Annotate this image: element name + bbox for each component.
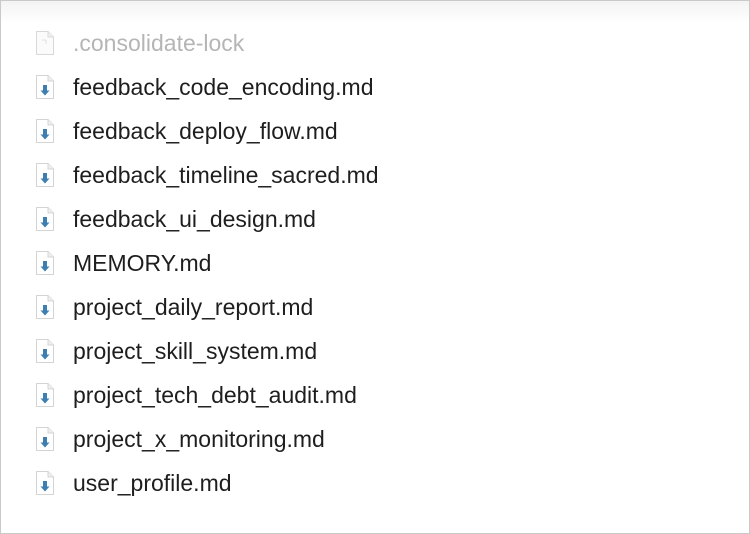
file-list: .consolidate-lock feedback_code_encoding… bbox=[1, 21, 749, 505]
top-shade bbox=[1, 1, 749, 23]
markdown-download-icon bbox=[35, 294, 55, 320]
file-row[interactable]: project_daily_report.md bbox=[1, 285, 749, 329]
markdown-download-icon bbox=[35, 74, 55, 100]
file-name: project_skill_system.md bbox=[73, 338, 318, 364]
markdown-download-icon bbox=[35, 206, 55, 232]
file-row[interactable]: user_profile.md bbox=[1, 461, 749, 505]
file-row[interactable]: feedback_deploy_flow.md bbox=[1, 109, 749, 153]
file-name: MEMORY.md bbox=[73, 250, 212, 276]
file-name: feedback_ui_design.md bbox=[73, 206, 316, 232]
file-list-window: .consolidate-lock feedback_code_encoding… bbox=[0, 0, 750, 534]
markdown-download-icon bbox=[35, 338, 55, 364]
file-row[interactable]: project_skill_system.md bbox=[1, 329, 749, 373]
file-name: .consolidate-lock bbox=[73, 30, 245, 56]
file-name: project_daily_report.md bbox=[73, 294, 314, 320]
file-row[interactable]: feedback_code_encoding.md bbox=[1, 65, 749, 109]
generic-document-icon bbox=[35, 30, 55, 56]
file-row[interactable]: project_x_monitoring.md bbox=[1, 417, 749, 461]
markdown-download-icon bbox=[35, 250, 55, 276]
markdown-download-icon bbox=[35, 470, 55, 496]
file-row[interactable]: .consolidate-lock bbox=[1, 21, 749, 65]
file-row[interactable]: MEMORY.md bbox=[1, 241, 749, 285]
file-row[interactable]: project_tech_debt_audit.md bbox=[1, 373, 749, 417]
file-name: project_x_monitoring.md bbox=[73, 426, 325, 452]
markdown-download-icon bbox=[35, 426, 55, 452]
file-name: project_tech_debt_audit.md bbox=[73, 382, 357, 408]
file-row[interactable]: feedback_timeline_sacred.md bbox=[1, 153, 749, 197]
file-row[interactable]: feedback_ui_design.md bbox=[1, 197, 749, 241]
file-name: user_profile.md bbox=[73, 470, 232, 496]
file-name: feedback_timeline_sacred.md bbox=[73, 162, 379, 188]
markdown-download-icon bbox=[35, 382, 55, 408]
markdown-download-icon bbox=[35, 118, 55, 144]
file-name: feedback_deploy_flow.md bbox=[73, 118, 338, 144]
markdown-download-icon bbox=[35, 162, 55, 188]
file-name: feedback_code_encoding.md bbox=[73, 74, 374, 100]
